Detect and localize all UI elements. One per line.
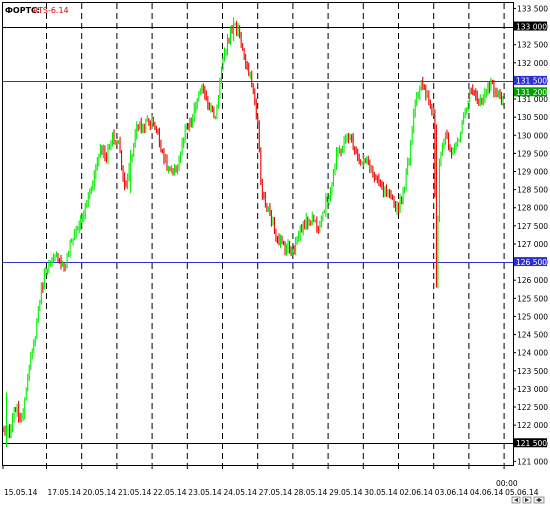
y-tick-label: 123 000 bbox=[517, 385, 548, 394]
y-tick-label: 126 000 bbox=[517, 276, 548, 285]
y-tick-label: 121 000 bbox=[517, 457, 548, 466]
y-tick-label: 125 500 bbox=[517, 294, 548, 303]
y-tick-label: 132 500 bbox=[517, 41, 548, 50]
y-tick-label: 127 500 bbox=[517, 222, 548, 231]
y-tick-label: 122 500 bbox=[517, 403, 548, 412]
x-tick-label: 28.05.14 bbox=[294, 488, 328, 497]
y-tick-label: 129 500 bbox=[517, 149, 548, 158]
x-tick-label: 27.05.14 bbox=[259, 488, 293, 497]
y-tick-label: 130 500 bbox=[517, 113, 548, 122]
x-tick-label: 03.06.14 bbox=[435, 488, 469, 497]
chart-zoom-icon[interactable] bbox=[533, 496, 545, 504]
x-tick-label: 23.05.14 bbox=[188, 488, 222, 497]
current-price-label: 131 200 bbox=[516, 88, 547, 97]
x-tick-label: 05.06.14 bbox=[505, 488, 539, 497]
x-tick-label: 24.05.14 bbox=[224, 488, 258, 497]
chart: 133 500133 000132 500132 000131 500131 0… bbox=[0, 0, 550, 506]
y-tick-label: 127 000 bbox=[517, 240, 548, 249]
x-tick-label: 15.05.14 bbox=[4, 488, 38, 497]
x-axis-time-label: 00:00 bbox=[496, 479, 518, 488]
x-tick-label: 20.05.14 bbox=[83, 488, 117, 497]
y-tick-label: 128 500 bbox=[517, 186, 548, 195]
x-tick-label: 21.05.14 bbox=[118, 488, 152, 497]
chart-shift-icon[interactable] bbox=[511, 496, 521, 504]
x-tick-label: 30.05.14 bbox=[364, 488, 398, 497]
level-label: 121 500 bbox=[516, 439, 547, 448]
x-axis: 15.05.14 17.05.14 20.05.14 21.05.14 22.05.14… bbox=[2, 465, 539, 497]
y-tick-label: 122 000 bbox=[517, 421, 548, 430]
y-tick-label: 124 000 bbox=[517, 349, 548, 358]
level-label: 126 500 bbox=[516, 258, 547, 267]
day-separators bbox=[46, 3, 505, 465]
y-axis: 133 500133 000132 500132 000131 500131 0… bbox=[513, 4, 548, 466]
x-tick-label: 17.05.14 bbox=[48, 488, 82, 497]
x-tick-label: 04.06.14 bbox=[470, 488, 504, 497]
chart-svg: 133 500133 000132 500132 000131 500131 0… bbox=[2, 2, 548, 504]
x-tick-label: 02.06.14 bbox=[400, 488, 434, 497]
y-tick-label: 129 000 bbox=[517, 167, 548, 176]
y-tick-label: 132 000 bbox=[517, 59, 548, 68]
y-tick-label: 123 500 bbox=[517, 367, 548, 376]
y-tick-label: 124 500 bbox=[517, 331, 548, 340]
level-label: 133 000 bbox=[516, 22, 547, 31]
y-tick-label: 130 000 bbox=[517, 131, 548, 140]
y-tick-label: 125 000 bbox=[517, 312, 548, 321]
y-tick-label: 128 000 bbox=[517, 204, 548, 213]
chart-autoscroll-icon[interactable] bbox=[522, 496, 532, 504]
x-tick-label: 22.05.14 bbox=[153, 488, 187, 497]
y-tick-label: 133 500 bbox=[517, 4, 548, 13]
level-label: 131 500 bbox=[516, 77, 547, 86]
chart-title-symbol: RTS-6.14 bbox=[33, 6, 69, 15]
x-tick-label: 29.05.14 bbox=[329, 488, 363, 497]
